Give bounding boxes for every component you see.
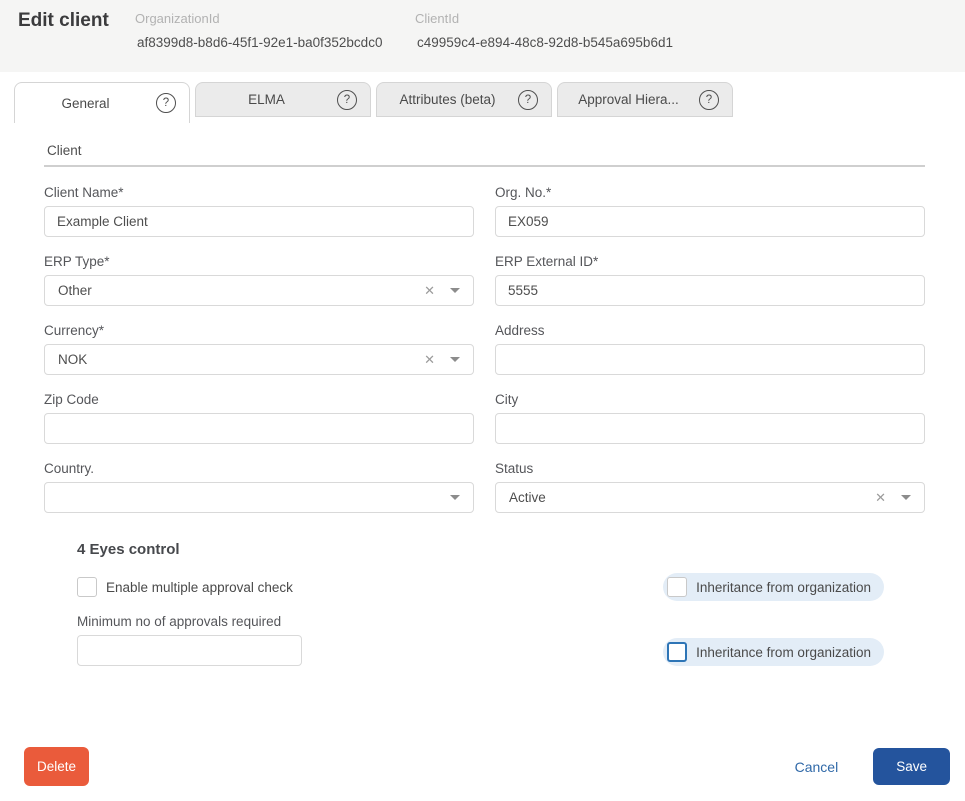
four-eyes-row-1: Enable multiple approval check Inheritan… [77, 573, 925, 601]
address-label: Address [495, 323, 925, 338]
clear-icon[interactable]: ✕ [424, 284, 435, 297]
inheritance-label-1: Inheritance from organization [696, 580, 871, 595]
country-field-group: Country. [44, 461, 474, 513]
form-grid: Client Name* Org. No.* ERP Type* Other ✕… [44, 185, 925, 530]
client-name-field-group: Client Name* [44, 185, 474, 237]
chevron-down-icon[interactable] [901, 495, 911, 500]
four-eyes-row-2: Minimum no of approvals required Inherit… [77, 614, 925, 666]
chevron-down-icon[interactable] [450, 288, 460, 293]
currency-field-group: Currency* NOK ✕ [44, 323, 474, 375]
four-eyes-title: 4 Eyes control [77, 541, 925, 558]
city-label: City [495, 392, 925, 407]
save-button[interactable]: Save [873, 748, 950, 785]
tab-elma-label: ELMA [196, 92, 337, 107]
status-label: Status [495, 461, 925, 476]
help-icon[interactable]: ? [337, 90, 357, 110]
client-name-input[interactable] [44, 206, 474, 237]
help-icon[interactable]: ? [518, 90, 538, 110]
page-title: Edit client [18, 10, 109, 32]
client-id-label: ClientId [415, 11, 459, 26]
status-field-group: Status Active ✕ [495, 461, 925, 513]
enable-approval-checkbox[interactable] [77, 577, 97, 597]
erp-external-id-label: ERP External ID* [495, 254, 925, 269]
min-approvals-group: Minimum no of approvals required [77, 614, 302, 666]
address-field-group: Address [495, 323, 925, 375]
country-select[interactable] [44, 482, 474, 513]
min-approvals-label: Minimum no of approvals required [77, 614, 302, 629]
clear-icon[interactable]: ✕ [875, 491, 886, 504]
cancel-link[interactable]: Cancel [795, 759, 839, 775]
tab-elma[interactable]: ELMA ? [195, 82, 371, 117]
zip-code-input[interactable] [44, 413, 474, 444]
organization-id-label: OrganizationId [135, 11, 220, 26]
org-no-field-group: Org. No.* [495, 185, 925, 237]
erp-external-id-input[interactable] [495, 275, 925, 306]
enable-approval-check-group: Enable multiple approval check [77, 577, 293, 597]
organization-id-value: af8399d8-b8d6-45f1-92e1-ba0f352bcdc0 [137, 35, 382, 50]
zip-code-label: Zip Code [44, 392, 474, 407]
city-field-group: City [495, 392, 925, 444]
four-eyes-section: 4 Eyes control Enable multiple approval … [77, 541, 925, 666]
country-label: Country. [44, 461, 474, 476]
erp-type-value: Other [58, 283, 424, 298]
tab-general[interactable]: General ? [14, 82, 190, 123]
client-id-value: c49959c4-e894-48c8-92d8-b545a695b6d1 [417, 35, 673, 50]
status-value: Active [509, 490, 875, 505]
inheritance-checkbox-1[interactable] [667, 577, 687, 597]
zip-code-field-group: Zip Code [44, 392, 474, 444]
page-header: Edit client OrganizationId af8399d8-b8d6… [0, 0, 965, 72]
currency-select[interactable]: NOK ✕ [44, 344, 474, 375]
erp-type-label: ERP Type* [44, 254, 474, 269]
client-section-title: Client [44, 143, 925, 167]
tab-general-label: General [15, 96, 156, 111]
enable-approval-label: Enable multiple approval check [106, 580, 293, 595]
tab-attributes-beta-label: Attributes (beta) [377, 92, 518, 107]
help-icon[interactable]: ? [156, 93, 176, 113]
currency-label: Currency* [44, 323, 474, 338]
delete-button[interactable]: Delete [24, 747, 89, 786]
help-icon[interactable]: ? [699, 90, 719, 110]
erp-external-id-field-group: ERP External ID* [495, 254, 925, 306]
min-approvals-input[interactable] [77, 635, 302, 666]
inheritance-label-2: Inheritance from organization [696, 645, 871, 660]
address-input[interactable] [495, 344, 925, 375]
clear-icon[interactable]: ✕ [424, 353, 435, 366]
erp-type-field-group: ERP Type* Other ✕ [44, 254, 474, 306]
inheritance-chip-1: Inheritance from organization [663, 573, 884, 601]
tab-attributes-beta[interactable]: Attributes (beta) ? [376, 82, 552, 117]
chevron-down-icon[interactable] [450, 495, 460, 500]
org-no-label: Org. No.* [495, 185, 925, 200]
form-footer: Delete Cancel Save [24, 747, 950, 786]
org-no-input[interactable] [495, 206, 925, 237]
status-select[interactable]: Active ✕ [495, 482, 925, 513]
currency-value: NOK [58, 352, 424, 367]
form-content: Client Client Name* Org. No.* ERP Type* … [44, 143, 925, 666]
chevron-down-icon[interactable] [450, 357, 460, 362]
tab-bar: General ? ELMA ? Attributes (beta) ? App… [14, 82, 733, 123]
inheritance-chip-2: Inheritance from organization [663, 638, 884, 666]
inheritance-checkbox-2[interactable] [667, 642, 687, 662]
tab-approval-hierarchy-label: Approval Hiera... [558, 92, 699, 107]
city-input[interactable] [495, 413, 925, 444]
erp-type-select[interactable]: Other ✕ [44, 275, 474, 306]
client-name-label: Client Name* [44, 185, 474, 200]
tab-approval-hierarchy[interactable]: Approval Hiera... ? [557, 82, 733, 117]
